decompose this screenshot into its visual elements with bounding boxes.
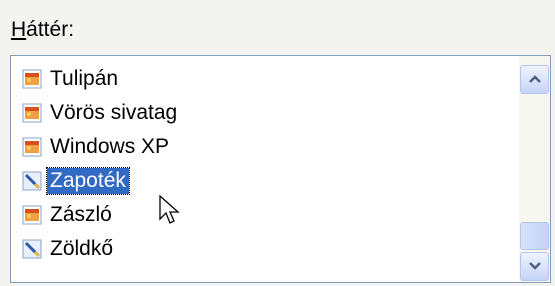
list-item-zapotek[interactable]: Zapoték (21, 164, 514, 198)
list-item-tulipan[interactable]: Tulipán (21, 62, 514, 96)
list-item-voros-sivatag[interactable]: Vörös sivatag (21, 96, 514, 130)
image-file-icon (22, 137, 42, 157)
list-item-windows-xp[interactable]: Windows XP (21, 130, 514, 164)
list-item-label: Zöldkő (50, 237, 114, 260)
scroll-down-button[interactable] (520, 252, 549, 281)
chevron-down-icon (528, 262, 541, 270)
chevron-up-icon (528, 75, 541, 83)
list-item-label: Zapoték (46, 167, 130, 195)
background-list: Tulipán Vörös sivatag Windows XP Zapoték… (21, 62, 514, 266)
background-label: Háttér: (11, 18, 75, 41)
list-item-label: Tulipán (50, 67, 119, 90)
list-item-label: Windows XP (50, 135, 170, 158)
image-file-icon (22, 69, 42, 89)
brush-icon (22, 239, 42, 259)
list-item-label: Vörös sivatag (50, 101, 178, 124)
list-item-label: Zászló (50, 203, 112, 226)
list-item-zoldko[interactable]: Zöldkő (21, 232, 514, 266)
image-file-icon (22, 205, 42, 225)
brush-icon (22, 171, 42, 191)
list-item-zaszlo[interactable]: Zászló (21, 198, 514, 232)
vertical-scrollbar[interactable] (519, 56, 550, 282)
image-file-icon (22, 103, 42, 123)
scroll-thumb[interactable] (520, 222, 549, 250)
background-label-text: áttér: (26, 18, 75, 41)
background-listbox[interactable]: Tulipán Vörös sivatag Windows XP Zapoték… (10, 55, 551, 283)
mouse-cursor-icon (159, 195, 180, 224)
scroll-up-button[interactable] (520, 65, 549, 94)
